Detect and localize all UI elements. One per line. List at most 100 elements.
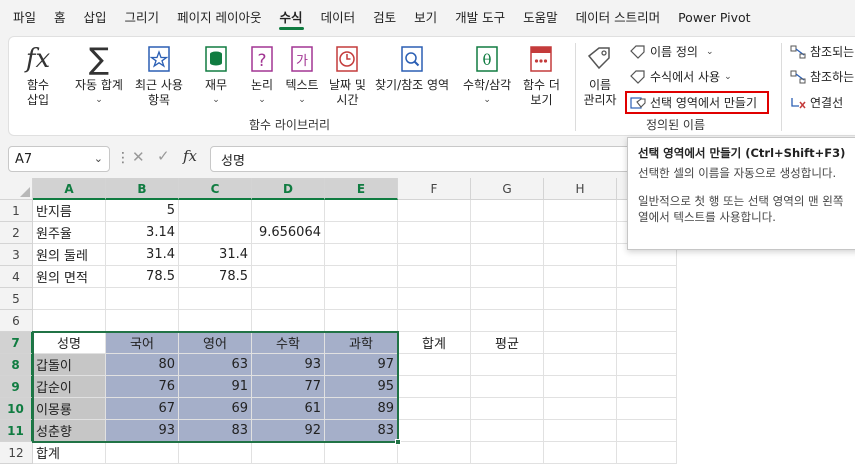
cell-B7[interactable]: 국어 (106, 332, 179, 354)
cell-G8[interactable] (471, 354, 544, 376)
cell-A5[interactable] (33, 288, 106, 310)
cell-F11[interactable] (398, 420, 471, 442)
cell-B10[interactable]: 67 (106, 398, 179, 420)
tab-9[interactable]: 개발 도구 (446, 0, 514, 34)
cell-H3[interactable] (544, 244, 617, 266)
cell-C10[interactable]: 69 (179, 398, 252, 420)
cell-B4[interactable]: 78.5 (106, 266, 179, 288)
row-header-2[interactable]: 2 (0, 222, 33, 244)
column-header-C[interactable]: C (179, 178, 252, 200)
cell-A10[interactable]: 이몽룡 (33, 398, 106, 420)
cell-H7[interactable] (544, 332, 617, 354)
cell-I11[interactable] (617, 420, 677, 442)
cancel-icon[interactable]: ✕ (132, 148, 145, 166)
cell-B11[interactable]: 93 (106, 420, 179, 442)
cell-E3[interactable] (325, 244, 398, 266)
cell-E10[interactable]: 89 (325, 398, 398, 420)
cell-D9[interactable]: 77 (252, 376, 325, 398)
more-functions-button[interactable]: 함수 더 보기 (523, 41, 560, 108)
row-header-5[interactable]: 5 (0, 288, 33, 310)
cell-D6[interactable] (252, 310, 325, 332)
cell-B12[interactable] (106, 442, 179, 464)
date-time-button[interactable]: 날짜 및 시간 (329, 41, 366, 108)
text-button[interactable]: 가 텍스트 ⌄ (285, 41, 319, 108)
cell-B3[interactable]: 31.4 (106, 244, 179, 266)
cell-A11[interactable]: 성춘향 (33, 420, 106, 442)
cell-C1[interactable] (179, 200, 252, 222)
trace-precedents-button[interactable]: 참조되는 (789, 43, 854, 60)
insert-function-icon[interactable]: fx (183, 147, 197, 165)
cell-H11[interactable] (544, 420, 617, 442)
cell-H1[interactable] (544, 200, 617, 222)
cell-I12[interactable] (617, 442, 677, 464)
cell-A9[interactable]: 갑순이 (33, 376, 106, 398)
use-in-formula-button[interactable]: 수식에서 사용 ⌄ (629, 68, 732, 85)
name-box[interactable]: A7 ⌄ (8, 146, 110, 172)
cell-G5[interactable] (471, 288, 544, 310)
cell-D10[interactable]: 61 (252, 398, 325, 420)
cell-H10[interactable] (544, 398, 617, 420)
recently-used-button[interactable]: 최근 사용 항목 (135, 41, 183, 108)
cell-F4[interactable] (398, 266, 471, 288)
row-header-7[interactable]: 7 (0, 332, 33, 354)
tab-5[interactable]: 수식 (271, 0, 312, 34)
define-name-button[interactable]: 이름 정의 ⌄ (629, 43, 714, 60)
cell-F1[interactable] (398, 200, 471, 222)
row-header-3[interactable]: 3 (0, 244, 33, 266)
select-all-button[interactable] (0, 178, 33, 200)
cell-B2[interactable]: 3.14 (106, 222, 179, 244)
cell-B9[interactable]: 76 (106, 376, 179, 398)
cell-I4[interactable] (617, 266, 677, 288)
cell-E8[interactable]: 97 (325, 354, 398, 376)
column-header-G[interactable]: G (471, 178, 544, 200)
cell-G1[interactable] (471, 200, 544, 222)
cell-D5[interactable] (252, 288, 325, 310)
cell-E9[interactable]: 95 (325, 376, 398, 398)
cell-F6[interactable] (398, 310, 471, 332)
column-header-A[interactable]: A (33, 178, 106, 200)
cell-H6[interactable] (544, 310, 617, 332)
cell-C6[interactable] (179, 310, 252, 332)
autosum-button[interactable]: ∑ 자동 합계 ⌄ (75, 41, 123, 108)
lookup-reference-button[interactable]: 찾기/참조 영역 (375, 41, 449, 93)
cell-E6[interactable] (325, 310, 398, 332)
row-header-4[interactable]: 4 (0, 266, 33, 288)
cell-E5[interactable] (325, 288, 398, 310)
math-trig-button[interactable]: θ 수학/삼각 ⌄ (463, 41, 511, 108)
tab-12[interactable]: Power Pivot (669, 0, 759, 34)
cell-I7[interactable] (617, 332, 677, 354)
cell-F10[interactable] (398, 398, 471, 420)
row-header-12[interactable]: 12 (0, 442, 33, 464)
logical-button[interactable]: ? 논리 ⌄ (245, 41, 279, 108)
cell-G3[interactable] (471, 244, 544, 266)
cell-H4[interactable] (544, 266, 617, 288)
cell-B6[interactable] (106, 310, 179, 332)
cell-E1[interactable] (325, 200, 398, 222)
cell-D1[interactable] (252, 200, 325, 222)
cell-D11[interactable]: 92 (252, 420, 325, 442)
cell-B8[interactable]: 80 (106, 354, 179, 376)
cell-A4[interactable]: 원의 면적 (33, 266, 106, 288)
cell-C2[interactable] (179, 222, 252, 244)
cell-A7[interactable]: 성명 (33, 332, 106, 354)
column-header-H[interactable]: H (544, 178, 617, 200)
cell-I8[interactable] (617, 354, 677, 376)
row-header-1[interactable]: 1 (0, 200, 33, 222)
cell-D12[interactable] (252, 442, 325, 464)
row-header-9[interactable]: 9 (0, 376, 33, 398)
cell-H9[interactable] (544, 376, 617, 398)
chevron-down-icon[interactable]: ⌄ (94, 152, 103, 165)
cell-C4[interactable]: 78.5 (179, 266, 252, 288)
row-header-10[interactable]: 10 (0, 398, 33, 420)
cell-C7[interactable]: 영어 (179, 332, 252, 354)
cell-F8[interactable] (398, 354, 471, 376)
column-header-E[interactable]: E (325, 178, 398, 200)
tab-8[interactable]: 보기 (405, 0, 446, 34)
tab-10[interactable]: 도움말 (514, 0, 567, 34)
tab-11[interactable]: 데이터 스트리머 (567, 0, 669, 34)
tab-2[interactable]: 삽입 (75, 0, 116, 34)
cell-F3[interactable] (398, 244, 471, 266)
column-header-D[interactable]: D (252, 178, 325, 200)
cell-C5[interactable] (179, 288, 252, 310)
trace-dependents-button[interactable]: 참조하는 (789, 68, 854, 85)
